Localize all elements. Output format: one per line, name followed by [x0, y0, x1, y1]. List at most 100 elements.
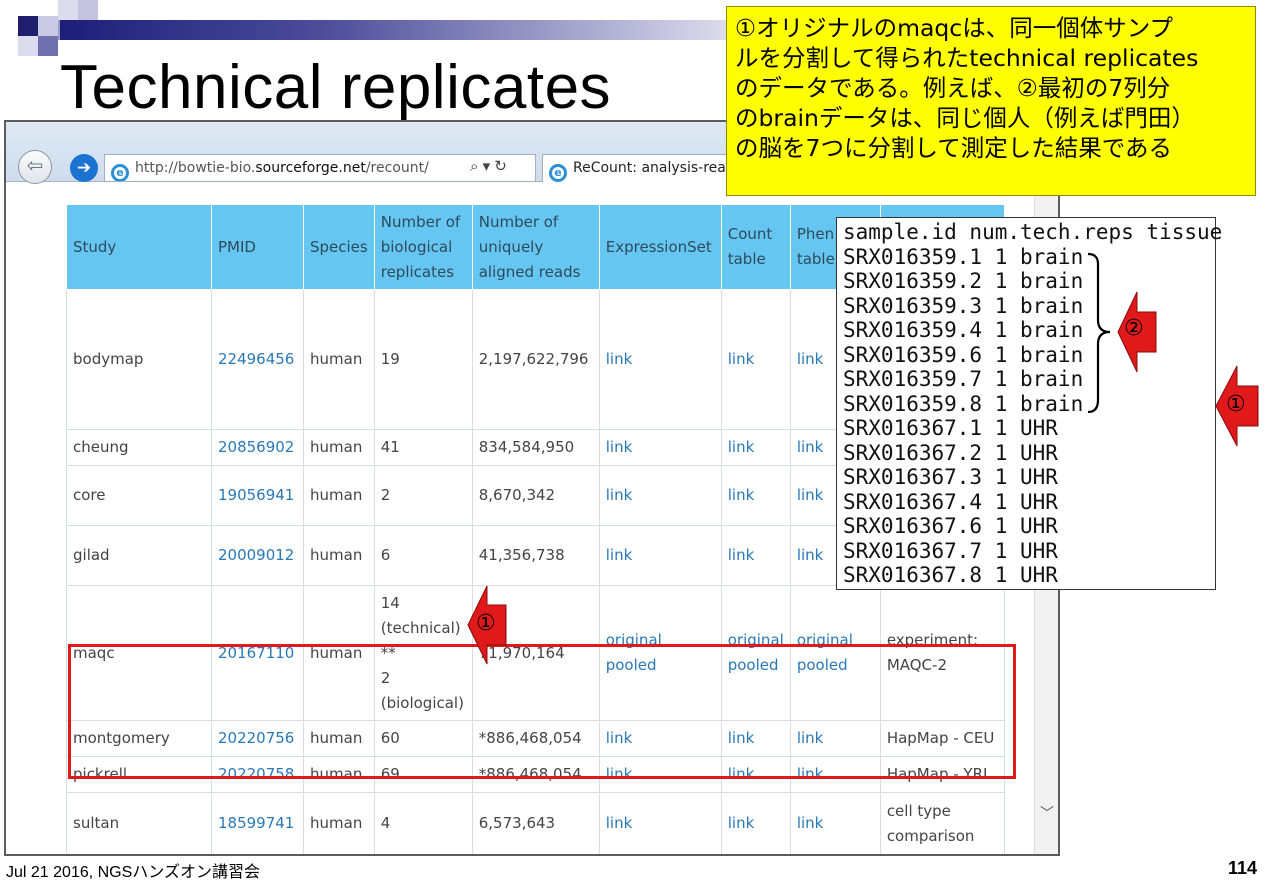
pmid-link[interactable]: 20167110 — [211, 585, 304, 721]
notes: cell type comparison — [879, 792, 1005, 854]
study-name: bodymap — [66, 289, 212, 430]
browser-tab[interactable]: e ReCount: analysis-rea — [542, 154, 742, 182]
count-link[interactable]: link — [728, 435, 784, 460]
decor-square — [38, 36, 58, 56]
tab-ie-icon: e — [549, 164, 567, 182]
marker-two-label: ② — [1124, 316, 1144, 341]
pheno-link[interactable]: original — [797, 628, 874, 653]
sample-row: SRX016359.2 1 brain — [843, 269, 1084, 293]
decor-square — [78, 0, 98, 20]
table-header-cell: Study — [66, 204, 212, 290]
aligned-reads: 2,197,622,796 — [471, 289, 600, 430]
header-label: biological — [380, 237, 453, 256]
sample-row: SRX016367.1 1 UHR — [843, 416, 1058, 440]
pmid-link[interactable]: 20009012 — [211, 525, 304, 586]
eset-link[interactable]: link — [606, 543, 715, 568]
replicates: 2 — [373, 465, 473, 526]
pheno-link[interactable]: link — [797, 811, 874, 836]
count-link[interactable]: link — [728, 347, 784, 372]
pmid-link[interactable]: 19056941 — [211, 465, 304, 526]
eset-link[interactable]: link — [606, 435, 715, 460]
count-link[interactable]: link — [728, 543, 784, 568]
eset-link[interactable]: link — [606, 483, 715, 508]
count-links: link — [720, 289, 791, 430]
count-link[interactable]: pooled — [728, 653, 784, 678]
scroll-down-icon[interactable]: ﹀ — [1035, 801, 1058, 825]
table-row: sultan 18599741 human 4 6,573,643 link link lin… — [66, 792, 1005, 854]
pmid-link[interactable]: 22496456 — [211, 289, 304, 430]
replicates-line: 41 — [380, 438, 400, 456]
pmid-link[interactable]: 20220756 — [211, 720, 304, 757]
eset-links: link — [598, 289, 722, 430]
note-line: ①オリジナルのmaqcは、同一個体サンプ — [735, 14, 1173, 42]
species: human — [303, 792, 375, 854]
count-link[interactable]: link — [728, 762, 784, 787]
notes-line: HapMap - YRI — [886, 765, 988, 783]
notes-line: HapMap - CEU — [886, 729, 995, 747]
explanation-note: ①オリジナルのmaqcは、同一個体サンプ ルを分割して得られたtechnical … — [726, 6, 1256, 196]
species: human — [303, 585, 375, 721]
table-row: montgomery 20220756 human 60 *886,468,054 lin… — [66, 720, 1005, 757]
eset-link[interactable]: link — [606, 811, 715, 836]
count-links: original pooled — [720, 585, 791, 721]
replicates-line: 2 — [380, 486, 391, 504]
replicates: 6 — [373, 525, 473, 586]
back-button[interactable]: ⇦ — [18, 150, 52, 184]
header-label: Species — [310, 237, 368, 256]
pheno-links: link — [789, 720, 881, 757]
replicates-line: 60 — [380, 729, 400, 747]
forward-button[interactable]: ➔ — [70, 154, 98, 182]
pheno-links: original pooled — [789, 585, 881, 721]
sample-row: SRX016367.2 1 UHR — [843, 440, 1058, 465]
marker-one-table-label: ① — [476, 611, 496, 636]
sample-row: SRX016359.1 1 brain — [843, 244, 1084, 269]
replicates-line: ** — [380, 643, 396, 662]
eset-link[interactable]: link — [606, 347, 715, 372]
address-controls[interactable]: ⌕ ▾ ↻ — [470, 154, 507, 182]
replicates-line: 6 — [380, 546, 391, 564]
pmid-link[interactable]: 20220758 — [211, 756, 304, 793]
eset-links: link — [598, 525, 722, 586]
notes: HapMap - YRI — [879, 756, 1005, 793]
note-line: の脳を7つに分割して測定した結果である — [735, 134, 1173, 162]
count-link[interactable]: link — [728, 483, 784, 508]
notes-line: MAQC-2 — [886, 656, 947, 674]
replicates: 69 — [373, 756, 473, 793]
decor-square — [58, 0, 78, 20]
replicates: 4 — [373, 792, 473, 854]
title-band — [60, 20, 820, 40]
replicates-line: (technical) — [380, 618, 461, 637]
eset-link[interactable]: link — [606, 726, 715, 751]
marker-one-right-label: ① — [1226, 392, 1246, 417]
aligned-reads: *886,468,054 — [471, 756, 600, 793]
count-link[interactable]: original — [728, 628, 784, 653]
pmid-link[interactable]: 20856902 — [211, 429, 304, 466]
study-name: sultan — [66, 792, 212, 854]
header-label: replicates — [380, 262, 455, 281]
eset-link[interactable]: link — [606, 762, 715, 787]
notes-line: cell type — [886, 801, 951, 820]
pheno-link[interactable]: pooled — [797, 653, 874, 678]
study-name: gilad — [66, 525, 212, 586]
pmid-link[interactable]: 18599741 — [211, 792, 304, 854]
pheno-link[interactable]: link — [797, 726, 874, 751]
header-label: Number of — [478, 212, 559, 231]
sample-row: SRX016359.7 1 brain — [843, 367, 1084, 391]
count-links: link — [720, 720, 791, 757]
eset-links: link — [598, 792, 722, 854]
sample-row: SRX016367.7 1 UHR — [843, 538, 1058, 563]
count-link[interactable]: link — [728, 726, 784, 751]
replicates-line: (biological) — [380, 693, 464, 712]
aligned-reads: 41,356,738 — [471, 525, 600, 586]
eset-link[interactable]: pooled — [606, 653, 715, 678]
study-name: core — [66, 465, 212, 526]
count-link[interactable]: link — [728, 811, 784, 836]
eset-links: original pooled — [598, 585, 722, 721]
notes: experiment: MAQC-2 — [879, 585, 1005, 721]
page-number: 114 — [1228, 858, 1258, 878]
replicates: 60 — [373, 720, 473, 757]
header-label: Study — [73, 237, 117, 256]
sample-row: SRX016359.4 1 brain — [843, 318, 1084, 342]
pheno-link[interactable]: link — [797, 762, 874, 787]
eset-link[interactable]: original — [606, 628, 715, 653]
